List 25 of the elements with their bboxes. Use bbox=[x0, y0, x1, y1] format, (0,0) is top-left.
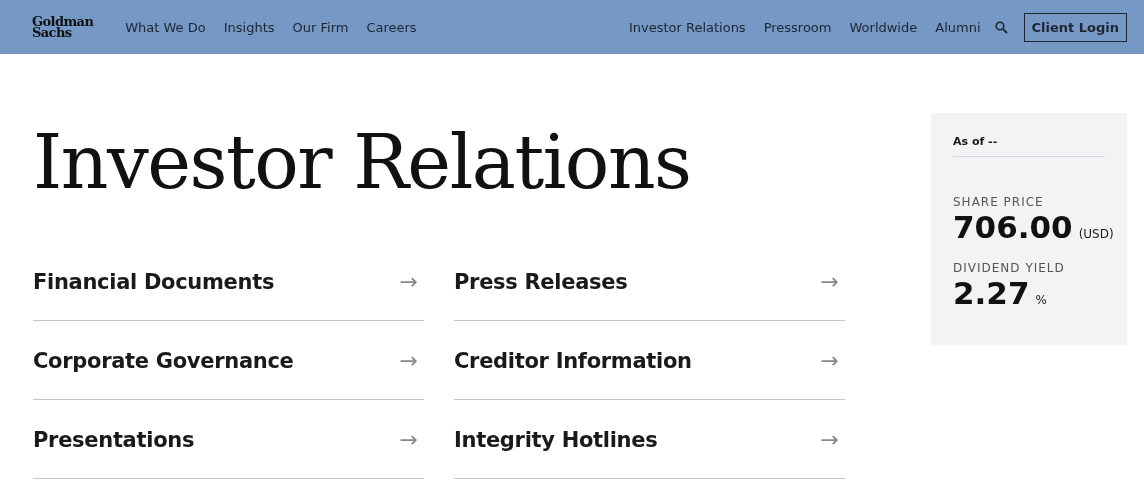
currency-unit: (USD) bbox=[1078, 227, 1114, 241]
section-link[interactable]: Corporate Governance → bbox=[33, 322, 424, 400]
search-icon[interactable] bbox=[994, 20, 1008, 34]
client-login-button[interactable]: Client Login bbox=[1023, 12, 1127, 42]
nav-link[interactable]: Pressroom bbox=[763, 19, 832, 35]
section-link[interactable]: Financial Documents → bbox=[33, 243, 424, 321]
nav-link[interactable]: What We Do bbox=[125, 19, 206, 35]
page-title: Investor Relations bbox=[33, 118, 692, 207]
nav-link[interactable]: Our Firm bbox=[292, 19, 349, 35]
nav-link[interactable]: Careers bbox=[366, 19, 417, 35]
as-of-date: As of -- bbox=[953, 135, 1105, 157]
nav-link[interactable]: Investor Relations bbox=[628, 19, 746, 35]
section-link[interactable]: Creditor Information → bbox=[454, 322, 845, 400]
section-link[interactable]: Presentations → bbox=[33, 401, 424, 479]
section-link[interactable]: Integrity Hotlines → bbox=[454, 401, 845, 479]
logo[interactable]: Goldman Sachs bbox=[32, 16, 94, 38]
dividend-yield-label: DIVIDEND YIELD bbox=[953, 261, 1066, 275]
share-price: 706.00 bbox=[953, 209, 1073, 245]
dividend-yield: 2.27 bbox=[953, 275, 1030, 311]
nav-link[interactable]: Worldwide bbox=[849, 19, 918, 35]
nav-link[interactable]: Alumni bbox=[935, 19, 981, 35]
nav-link[interactable]: Insights bbox=[223, 19, 275, 35]
share-price-label: SHARE PRICE bbox=[953, 195, 1045, 209]
section-link[interactable]: Press Releases → bbox=[454, 243, 845, 321]
percent-unit: % bbox=[1035, 293, 1047, 307]
